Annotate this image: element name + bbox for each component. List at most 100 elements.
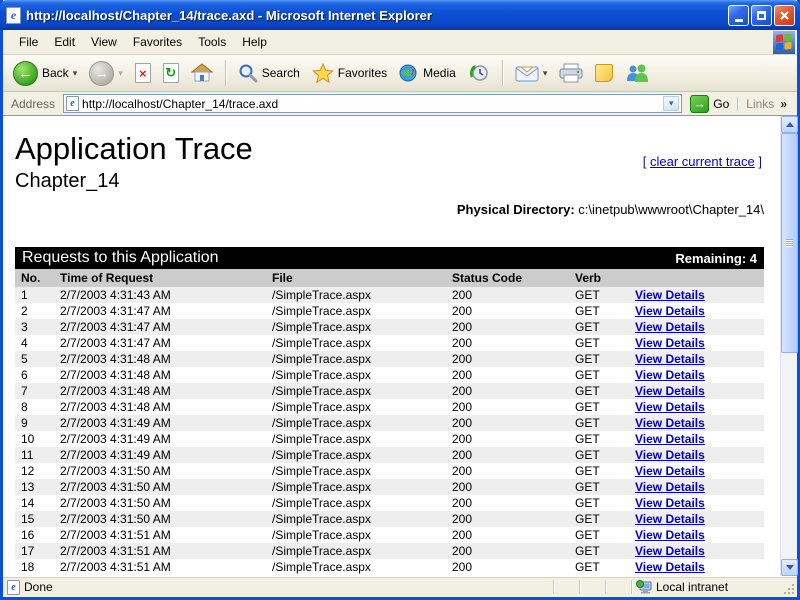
forward-button[interactable]: → ▾ [85, 59, 127, 88]
address-field[interactable]: e http://localhost/Chapter_14/trace.axd … [63, 94, 682, 113]
mail-dropdown-icon[interactable]: ▾ [543, 68, 548, 79]
menu-view[interactable]: View [83, 32, 125, 52]
cell-time: 2/7/2003 4:31:49 AM [60, 448, 272, 462]
status-text: Done [24, 580, 53, 594]
scroll-up-button[interactable] [781, 116, 798, 133]
cell-file: /SimpleTrace.aspx [272, 288, 452, 302]
links-toolbar[interactable]: Links » [737, 97, 793, 111]
view-details-link[interactable]: View Details [635, 352, 705, 366]
history-button[interactable] [464, 60, 494, 86]
view-details-link[interactable]: View Details [635, 416, 705, 430]
cell-no: 8 [15, 400, 60, 414]
view-details-link[interactable]: View Details [635, 336, 705, 350]
search-icon [238, 63, 258, 83]
messenger-button[interactable] [621, 61, 653, 85]
history-icon [468, 62, 490, 84]
favorites-button[interactable]: Favorites [308, 61, 391, 85]
minimize-button[interactable] [728, 5, 749, 26]
svg-text:♪: ♪ [410, 66, 416, 78]
table-row: 4 2/7/2003 4:31:47 AM /SimpleTrace.aspx … [15, 335, 764, 351]
view-details-link[interactable]: View Details [635, 400, 705, 414]
cell-time: 2/7/2003 4:31:48 AM [60, 352, 272, 366]
menu-file[interactable]: File [11, 32, 46, 52]
title-bar[interactable]: e http://localhost/Chapter_14/trace.axd … [0, 0, 800, 30]
media-icon: ♪ [399, 63, 419, 83]
cell-verb: GET [575, 320, 635, 334]
media-button[interactable]: ♪ Media [395, 61, 460, 85]
cell-time: 2/7/2003 4:31:49 AM [60, 432, 272, 446]
favorites-icon [312, 63, 334, 83]
print-icon [559, 63, 583, 83]
vertical-scrollbar[interactable] [780, 116, 797, 576]
view-details-link[interactable]: View Details [635, 320, 705, 334]
mail-icon [515, 64, 539, 82]
mail-button[interactable]: ▾ [511, 62, 552, 84]
physical-directory: Physical Directory: c:\inetpub\wwwroot\C… [15, 202, 764, 217]
view-details-link[interactable]: View Details [635, 496, 705, 510]
links-label: Links [746, 97, 774, 111]
cell-status: 200 [452, 560, 575, 574]
view-details-link[interactable]: View Details [635, 464, 705, 478]
address-dropdown-icon[interactable]: ▾ [663, 96, 679, 111]
menu-help[interactable]: Help [234, 32, 275, 52]
view-details-link[interactable]: View Details [635, 368, 705, 382]
links-chevron-icon[interactable]: » [780, 97, 787, 111]
cell-verb: GET [575, 352, 635, 366]
cell-verb: GET [575, 288, 635, 302]
stop-button[interactable]: × [131, 61, 155, 85]
view-details-link[interactable]: View Details [635, 528, 705, 542]
back-dropdown-icon[interactable]: ▾ [73, 68, 78, 79]
view-details-link[interactable]: View Details [635, 304, 705, 318]
toolbar-separator [225, 60, 226, 86]
bracket-left: [ [643, 154, 650, 169]
scrollbar-thumb[interactable] [781, 133, 798, 353]
menu-tools[interactable]: Tools [190, 32, 234, 52]
view-details-link[interactable]: View Details [635, 432, 705, 446]
url-text[interactable]: http://localhost/Chapter_14/trace.axd [82, 97, 660, 111]
view-details-link[interactable]: View Details [635, 560, 705, 574]
cell-no: 6 [15, 368, 60, 382]
physical-directory-value: c:\inetpub\wwwroot\Chapter_14\ [575, 202, 764, 217]
cell-status: 200 [452, 400, 575, 414]
cell-verb: GET [575, 304, 635, 318]
cell-file: /SimpleTrace.aspx [272, 432, 452, 446]
close-button[interactable] [774, 5, 795, 26]
view-details-link[interactable]: View Details [635, 448, 705, 462]
cell-time: 2/7/2003 4:31:50 AM [60, 464, 272, 478]
view-details-link[interactable]: View Details [635, 512, 705, 526]
view-details-link[interactable]: View Details [635, 384, 705, 398]
cell-verb: GET [575, 384, 635, 398]
maximize-icon [757, 11, 766, 20]
cell-verb: GET [575, 368, 635, 382]
cell-status: 200 [452, 384, 575, 398]
discuss-button[interactable] [591, 62, 617, 84]
view-details-link[interactable]: View Details [635, 288, 705, 302]
security-zone-text: Local intranet [656, 580, 728, 594]
table-row: 17 2/7/2003 4:31:51 AM /SimpleTrace.aspx… [15, 543, 764, 559]
go-arrow-icon: → [690, 95, 709, 113]
scroll-down-button[interactable] [781, 559, 798, 576]
cell-verb: GET [575, 560, 635, 574]
cell-time: 2/7/2003 4:31:48 AM [60, 400, 272, 414]
menu-edit[interactable]: Edit [46, 32, 83, 52]
refresh-button[interactable]: ↻ [159, 61, 183, 85]
go-button[interactable]: → Go [686, 95, 733, 113]
maximize-button[interactable] [751, 5, 772, 26]
cell-status: 200 [452, 368, 575, 382]
cell-status: 200 [452, 320, 575, 334]
cell-file: /SimpleTrace.aspx [272, 320, 452, 334]
home-button[interactable] [187, 61, 217, 85]
cell-file: /SimpleTrace.aspx [272, 560, 452, 574]
cell-verb: GET [575, 464, 635, 478]
discuss-icon [595, 64, 613, 82]
print-button[interactable] [555, 61, 587, 85]
clear-current-trace-link[interactable]: clear current trace [650, 154, 755, 169]
search-button[interactable]: Search [234, 61, 304, 85]
resize-grip[interactable] [782, 577, 797, 597]
back-button[interactable]: ← Back ▾ [9, 59, 81, 88]
cell-time: 2/7/2003 4:31:43 AM [60, 288, 272, 302]
cell-no: 1 [15, 288, 60, 302]
view-details-link[interactable]: View Details [635, 480, 705, 494]
view-details-link[interactable]: View Details [635, 544, 705, 558]
menu-favorites[interactable]: Favorites [125, 32, 190, 52]
